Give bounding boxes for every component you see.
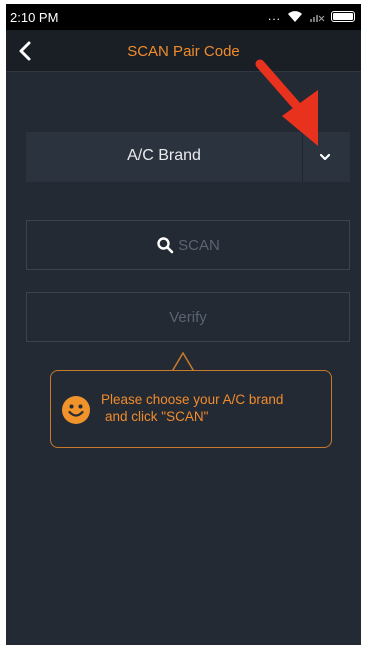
tooltip-pointer <box>172 352 194 372</box>
scan-button-label: SCAN <box>178 236 220 254</box>
signal-dots: ... <box>267 9 281 23</box>
battery-icon <box>331 10 355 22</box>
brand-dropdown[interactable]: A/C Brand <box>26 132 350 182</box>
tooltip-line-1: Please choose your A/C brand <box>101 392 284 407</box>
verify-button-label: Verify <box>169 308 207 326</box>
smiley-icon <box>62 396 90 424</box>
search-icon <box>157 237 174 254</box>
hint-tooltip: Please choose your A/C brand and click "… <box>50 370 332 448</box>
scan-button[interactable]: SCAN <box>26 220 350 270</box>
app-header: SCAN Pair Code <box>6 30 361 72</box>
status-time: 2:10 PM <box>10 10 59 25</box>
chevron-down-icon[interactable] <box>318 150 332 164</box>
dropdown-divider <box>302 132 303 182</box>
brand-dropdown-label: A/C Brand <box>127 147 201 164</box>
wifi-icon <box>288 10 302 22</box>
tooltip-text: Please choose your A/C brand and click "… <box>101 391 327 425</box>
phone-screen: 2:10 PM ... SCAN Pair Code A/C Brand SCA… <box>6 4 361 645</box>
page-title: SCAN Pair Code <box>127 43 240 60</box>
signal-off-icon <box>310 15 325 22</box>
status-bar: 2:10 PM ... <box>6 4 361 30</box>
tooltip-line-2: and click "SCAN" <box>105 409 209 424</box>
verify-button[interactable]: Verify <box>26 292 350 342</box>
status-icons: ... <box>268 9 355 23</box>
